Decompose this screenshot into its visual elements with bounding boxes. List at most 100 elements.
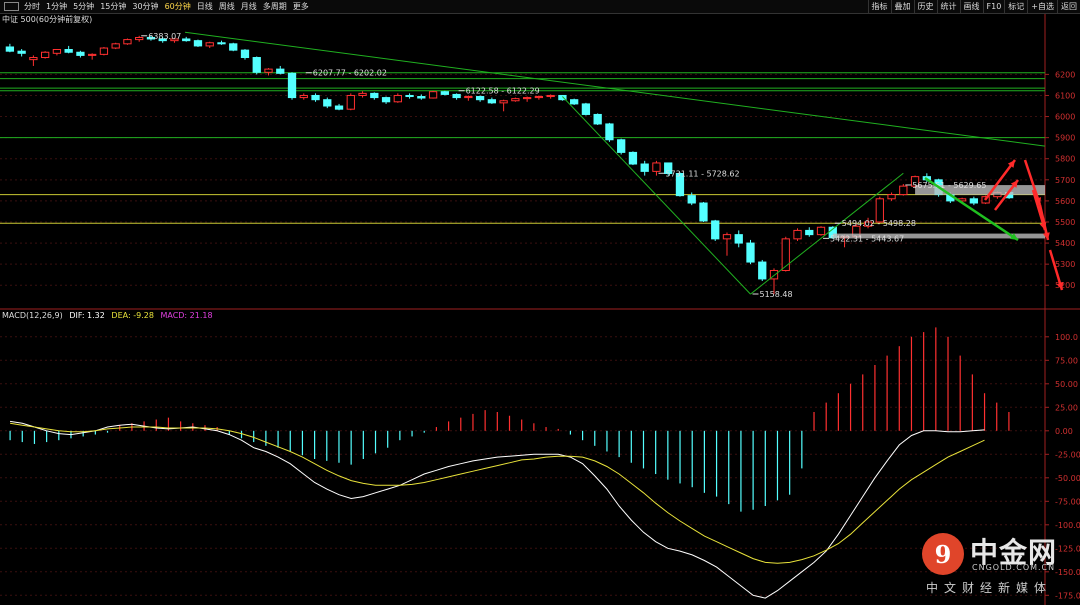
candle-body: [793, 229, 802, 240]
candle-body: [816, 226, 826, 236]
candle-body: [217, 42, 226, 45]
cngold-logo-icon: 9: [922, 533, 964, 575]
macd-tick-label: -100.0: [1055, 521, 1080, 530]
candle-body: [570, 99, 579, 105]
trend-line: [184, 31, 1046, 147]
price-tick-label: 5500: [1055, 218, 1075, 227]
candle-body: [440, 91, 449, 95]
candle-body: [323, 99, 332, 107]
candle-body: [734, 234, 743, 244]
candle-body: [76, 51, 85, 56]
price-annotation: 5731.11 - 5728.62: [665, 169, 739, 178]
candle-body: [64, 49, 73, 53]
candle-body: [5, 46, 15, 52]
candle-body: [746, 242, 755, 263]
macd-tick-label: 75.00: [1055, 356, 1078, 365]
price-tick-label: 6100: [1055, 91, 1075, 100]
macd-tick-label: -75.00: [1055, 497, 1080, 506]
macd-tick-label: 50.00: [1055, 380, 1078, 389]
price-annotation: 6383.07: [148, 32, 181, 41]
price-tick-label: 5800: [1055, 155, 1075, 164]
candle-body: [581, 103, 591, 115]
candle-body: [135, 36, 144, 41]
candle-body: [358, 92, 367, 96]
candle-body: [111, 43, 120, 49]
candle-body: [887, 194, 896, 200]
candle-body: [264, 68, 273, 73]
candle-body: [123, 39, 132, 45]
candle-body: [687, 195, 696, 204]
candle-body: [240, 49, 250, 59]
watermark-url: CNGOLD.COM.CN: [972, 563, 1056, 572]
candle-body: [428, 91, 438, 99]
candle-body: [299, 94, 308, 99]
price-tick-label: 5300: [1055, 260, 1075, 269]
candle-body: [346, 94, 355, 110]
price-tick-label: 5600: [1055, 197, 1075, 206]
candle-body: [393, 94, 402, 103]
candle-body: [405, 94, 414, 98]
macd-tick-label: 100.0: [1055, 333, 1078, 342]
candle-body: [464, 96, 473, 99]
price-annotation: 5158.48: [759, 290, 792, 299]
candle-body: [511, 98, 520, 102]
watermark: 9 中金网 CNGOLD.COM.CN 中文财经新媒体: [922, 533, 1072, 599]
macd-tick-label: -50.00: [1055, 474, 1080, 483]
candle-body: [805, 229, 814, 236]
candle-body: [41, 51, 50, 59]
candle-body: [29, 57, 38, 61]
price-tick-label: 6000: [1055, 113, 1075, 122]
candle-body: [711, 220, 720, 240]
candle-body: [899, 185, 908, 196]
price-tick-label: 5900: [1055, 134, 1075, 143]
candle-body: [652, 162, 661, 172]
candle-body: [417, 96, 426, 99]
kline-chart[interactable]: 6200 6100 6000 5900 5800 5700 5600 5500 5400 5300…: [0, 0, 1080, 605]
price-tick-label: 5400: [1055, 239, 1075, 248]
candle-body: [334, 105, 344, 110]
price-annotation: 6207.77 - 6202.02: [313, 69, 387, 78]
macd-tick-label: 25.00: [1055, 403, 1078, 412]
candle-body: [182, 38, 191, 42]
candle-body: [452, 93, 461, 99]
price-annotation: 5422.31 - 5443.67: [830, 234, 904, 243]
candle-body: [628, 151, 638, 165]
price-tick-label: 5200: [1055, 281, 1075, 290]
candle-body: [522, 97, 532, 100]
candle-body: [969, 198, 978, 204]
candle-body: [193, 40, 203, 47]
price-annotation: 5494.02 - 5498.28: [842, 219, 916, 228]
macd-tick-label: -25.00: [1055, 450, 1080, 459]
candle-body: [487, 99, 497, 104]
price-tick-label: 6200: [1055, 70, 1075, 79]
candle-body: [722, 234, 732, 240]
candle-body: [546, 94, 555, 98]
candle-body: [205, 42, 214, 47]
macd-tick-label: 0.00: [1055, 427, 1073, 436]
candle-body: [617, 139, 626, 153]
candle-body: [699, 202, 708, 222]
candle-body: [640, 163, 649, 172]
candle-body: [17, 50, 26, 54]
candle-body: [229, 43, 238, 51]
price-annotation: 6122.58 - 6122.29: [466, 87, 540, 96]
candle-body: [370, 92, 379, 99]
candle-body: [475, 96, 485, 101]
candle-body: [52, 49, 62, 54]
candle-body: [605, 123, 614, 141]
dea-line: [10, 422, 985, 564]
candle-body: [252, 57, 261, 73]
candle-body: [287, 72, 297, 99]
candle-body: [311, 94, 320, 101]
candle-body: [276, 68, 285, 74]
candle-body: [381, 97, 391, 103]
candle-body: [593, 113, 602, 125]
watermark-slogan: 中文财经新媒体: [926, 581, 1053, 595]
price-annotation: 5675.51 - 5629.65: [912, 181, 986, 190]
price-tick-label: 5700: [1055, 176, 1075, 185]
candle-body: [499, 100, 508, 104]
candle-body: [88, 53, 97, 56]
candle-body: [534, 96, 544, 99]
candle-body: [758, 261, 767, 280]
candle-body: [99, 47, 109, 55]
